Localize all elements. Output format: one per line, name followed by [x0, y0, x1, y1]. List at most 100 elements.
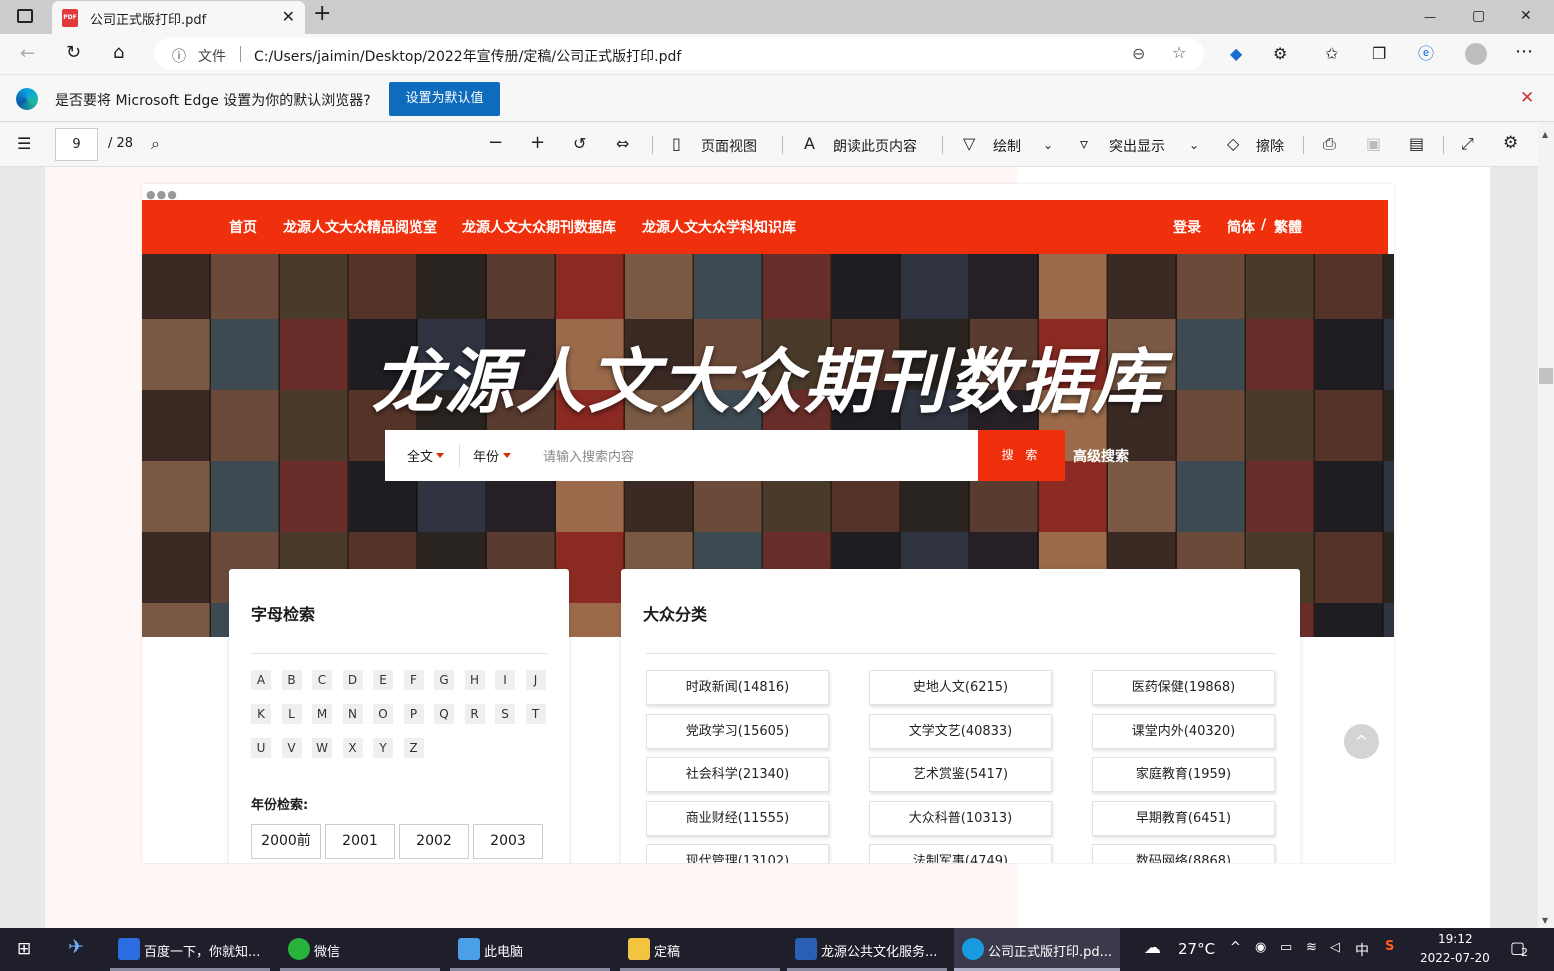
letter-x-button[interactable]: X	[342, 738, 363, 758]
taskbar-item-folder[interactable]: 定稿	[620, 928, 780, 971]
read-aloud-button[interactable]: 朗读此页内容	[833, 136, 917, 156]
extensions-icon[interactable]: ⚙	[1273, 46, 1287, 62]
nav-login[interactable]: 登录	[1173, 217, 1201, 237]
nav-knowledge-base[interactable]: 龙源人文大众学科知识库	[642, 217, 796, 237]
category-button[interactable]: 大众科普(10313)	[869, 800, 1052, 836]
back-to-top-button[interactable]: ^	[1344, 724, 1379, 759]
rotate-icon[interactable]: ↺	[573, 136, 586, 152]
collections-icon[interactable]: ❐	[1372, 46, 1386, 62]
maximize-button[interactable]: ▢	[1472, 8, 1485, 24]
nav-home[interactable]: 首页	[229, 217, 257, 237]
year-2-button[interactable]: 2002	[399, 824, 469, 859]
search-button[interactable]: 搜 索	[978, 430, 1065, 481]
more-menu-icon[interactable]: ⋯	[1515, 43, 1533, 61]
year-3-button[interactable]: 2003	[473, 824, 543, 859]
highlight-options-chevron-icon[interactable]: ⌄	[1189, 137, 1199, 153]
minimize-button[interactable]: —	[1424, 9, 1436, 25]
nav-reading-room[interactable]: 龙源人文大众精品阅览室	[283, 217, 437, 237]
erase-button[interactable]: 擦除	[1256, 136, 1284, 156]
sogou-ime-icon[interactable]: S	[1385, 939, 1394, 954]
new-tab-button[interactable]: +	[313, 3, 331, 25]
letter-u-button[interactable]: U	[251, 738, 271, 758]
start-windows-icon[interactable]: ⊞	[17, 941, 31, 958]
weather-icon[interactable]: ☁	[1144, 938, 1161, 958]
tray-app-icon[interactable]: ◉	[1255, 940, 1266, 955]
browser-tab[interactable]: PDF 公司正式版打印.pdf ✕	[52, 1, 305, 34]
category-button[interactable]: 党政学习(15605)	[646, 713, 829, 749]
highlight-icon[interactable]: ▿	[1080, 136, 1088, 152]
advanced-search-link[interactable]: 高级搜索	[1073, 446, 1129, 466]
category-button[interactable]: 数码网络(8868)	[1092, 844, 1275, 863]
letter-l-button[interactable]: L	[281, 704, 302, 724]
category-button[interactable]: 课堂内外(40320)	[1092, 713, 1275, 749]
category-button[interactable]: 法制军事(4749)	[869, 844, 1052, 863]
tab-actions-icon[interactable]	[17, 9, 33, 23]
letter-n-button[interactable]: N	[342, 704, 363, 724]
scroll-down-icon[interactable]: ▼	[1542, 913, 1548, 929]
letter-j-button[interactable]: J	[525, 670, 546, 690]
address-url[interactable]: C:/Users/jaimin/Desktop/2022年宣传册/定稿/公司正式…	[254, 46, 681, 66]
info-icon[interactable]: ⓘ	[172, 46, 186, 66]
favorites-icon[interactable]: ✩	[1325, 46, 1338, 62]
print-icon[interactable]: ⎙	[1323, 136, 1336, 152]
draw-icon[interactable]: ▽	[963, 136, 975, 152]
category-button[interactable]: 时政新闻(14816)	[646, 670, 829, 705]
ime-indicator[interactable]: 中	[1355, 940, 1369, 960]
weather-temp[interactable]: 27°C	[1178, 940, 1215, 958]
taskbar-item-this-pc[interactable]: 此电脑	[450, 928, 610, 971]
refresh-icon[interactable]: ↻	[66, 44, 81, 62]
letter-f-button[interactable]: F	[403, 670, 424, 690]
search-year-select[interactable]: 年份	[473, 446, 499, 465]
search-scope-select[interactable]: 全文	[407, 446, 433, 465]
clock-date[interactable]: 2022-07-20	[1420, 951, 1490, 965]
letter-m-button[interactable]: M	[312, 704, 332, 724]
letter-e-button[interactable]: E	[373, 670, 393, 690]
taskbar-item-wechat[interactable]: 微信	[280, 928, 440, 971]
letter-d-button[interactable]: D	[342, 670, 363, 690]
nav-traditional[interactable]: 繁體	[1274, 217, 1302, 237]
letter-i-button[interactable]: I	[495, 670, 515, 690]
scrollbar-thumb[interactable]	[1539, 368, 1553, 384]
zoom-icon[interactable]: ⊖	[1132, 46, 1145, 62]
letter-c-button[interactable]: C	[312, 670, 332, 690]
home-icon[interactable]: ⌂	[113, 44, 124, 62]
battery-icon[interactable]: ▭	[1280, 940, 1292, 955]
letter-y-button[interactable]: Y	[373, 738, 393, 758]
extension-alert-icon[interactable]: ◆	[1230, 46, 1242, 62]
letter-p-button[interactable]: P	[403, 704, 424, 724]
scroll-up-icon[interactable]: ▲	[1542, 127, 1548, 143]
letter-o-button[interactable]: O	[373, 704, 393, 724]
taskbar-item-word[interactable]: 龙源公共文化服务...	[787, 928, 947, 971]
nav-simplified[interactable]: 简体	[1227, 217, 1255, 237]
wifi-icon[interactable]: ≋	[1306, 940, 1317, 955]
fit-page-icon[interactable]: ⇔	[616, 136, 629, 152]
close-window-button[interactable]: ✕	[1520, 8, 1532, 24]
volume-icon[interactable]: ◁	[1330, 940, 1340, 955]
category-button[interactable]: 艺术赏鉴(5417)	[869, 757, 1052, 792]
letter-k-button[interactable]: K	[251, 704, 271, 724]
year-0-button[interactable]: 2000前	[251, 824, 321, 859]
letter-b-button[interactable]: B	[281, 670, 302, 690]
category-button[interactable]: 史地人文(6215)	[869, 670, 1052, 705]
tab-close-button[interactable]: ✕	[282, 7, 295, 26]
draw-button[interactable]: 绘制	[993, 136, 1021, 156]
letter-v-button[interactable]: V	[281, 738, 302, 758]
category-button[interactable]: 医药保健(19868)	[1092, 670, 1275, 705]
fullscreen-icon[interactable]: ⤢	[1461, 136, 1474, 152]
category-button[interactable]: 文学文艺(40833)	[869, 713, 1052, 749]
taskbar-item-edge[interactable]: 公司正式版打印.pd...	[954, 928, 1120, 971]
favorite-add-icon[interactable]: ☆	[1172, 45, 1186, 61]
read-aloud-icon[interactable]: A	[804, 136, 815, 152]
table-of-contents-icon[interactable]: ☰	[17, 136, 31, 152]
letter-r-button[interactable]: R	[464, 704, 485, 724]
category-button[interactable]: 现代管理(13102)	[646, 844, 829, 863]
tray-chevron-icon[interactable]: ^	[1230, 940, 1241, 955]
letter-a-button[interactable]: A	[251, 670, 271, 690]
clock-time[interactable]: 19:12	[1438, 932, 1473, 946]
eraser-icon[interactable]: ◇	[1227, 136, 1239, 152]
letter-w-button[interactable]: W	[312, 738, 332, 758]
category-button[interactable]: 早期教育(6451)	[1092, 800, 1275, 836]
nav-periodical-db[interactable]: 龙源人文大众期刊数据库	[462, 217, 616, 237]
address-field[interactable]: ⓘ 文件 C:/Users/jaimin/Desktop/2022年宣传册/定稿…	[154, 38, 1204, 70]
banner-close-icon[interactable]: ✕	[1520, 90, 1534, 107]
